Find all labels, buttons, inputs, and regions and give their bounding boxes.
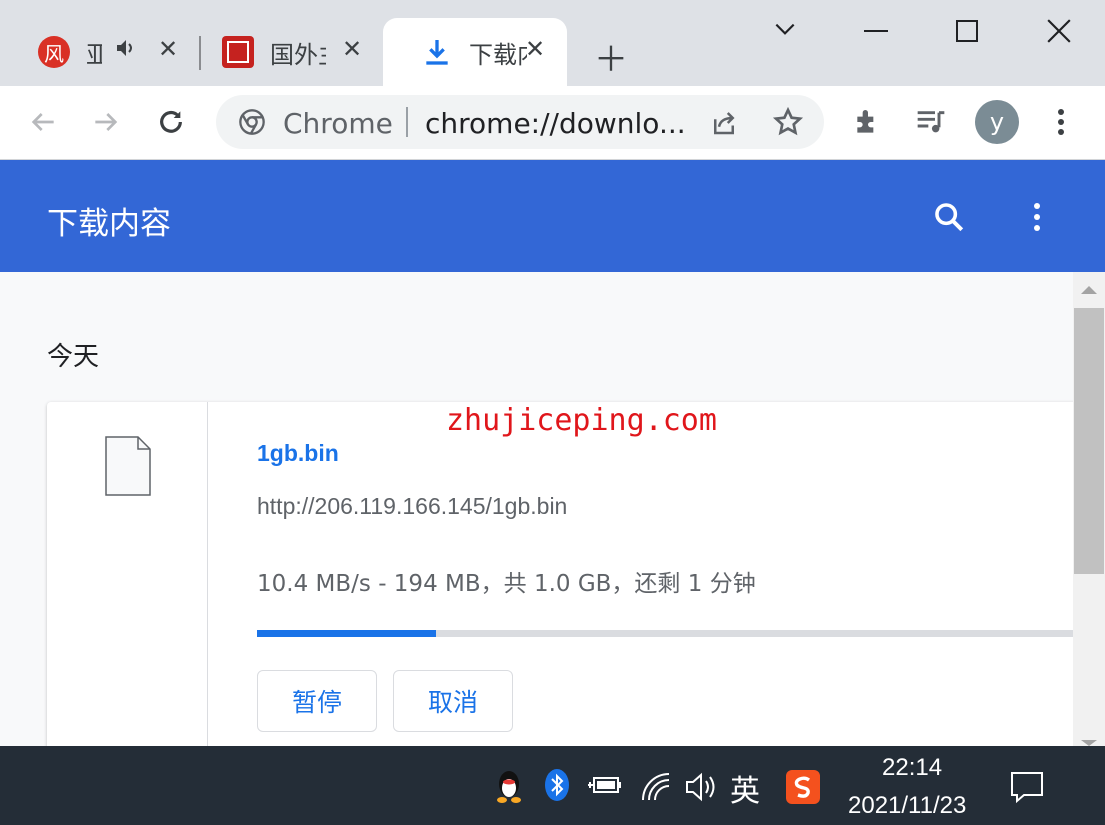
ime-indicator[interactable]: 英 <box>730 766 760 810</box>
tab-title: 亚 <box>86 40 102 69</box>
media-playlist-icon[interactable] <box>914 106 948 143</box>
close-icon[interactable]: ✕ <box>158 35 178 63</box>
qq-penguin-icon[interactable] <box>494 768 524 808</box>
chrome-icon <box>238 108 266 141</box>
tab-guowai[interactable]: 国外主 ✕ <box>184 18 380 86</box>
back-button[interactable] <box>27 106 59 143</box>
scrollbar[interactable] <box>1073 272 1105 746</box>
browser-toolbar: Chrome chrome://downlo... y <box>0 86 1105 160</box>
bookmark-star-icon[interactable] <box>772 106 804 143</box>
cancel-button[interactable]: 取消 <box>393 670 513 732</box>
download-status: 10.4 MB/s - 194 MB，共 1.0 GB，还剩 1 分钟 <box>257 571 756 597</box>
battery-plug-icon[interactable] <box>588 772 622 804</box>
reload-button[interactable] <box>155 106 187 143</box>
share-icon[interactable] <box>709 108 739 143</box>
download-item: 1gb.bin http://206.119.166.145/1gb.bin 1… <box>47 402 1073 746</box>
tab-title: 国外主 <box>270 40 326 69</box>
pause-button[interactable]: 暂停 <box>257 670 377 732</box>
download-icon <box>421 36 453 68</box>
favicon-feng: 风 <box>38 36 70 68</box>
profile-avatar[interactable]: y <box>975 100 1019 144</box>
downloads-header: 下载内容 <box>0 160 1105 272</box>
extensions-puzzle-icon[interactable] <box>852 106 884 143</box>
new-tab-button[interactable]: ＋ <box>594 32 628 81</box>
scroll-up-arrow[interactable] <box>1081 286 1097 294</box>
downloads-list: 今天 1gb.bin http://206.119.166.145/1gb.bi… <box>0 272 1073 746</box>
browser-menu-icon[interactable] <box>1049 106 1073 143</box>
watermark: zhujiceping.com <box>446 403 717 438</box>
tab-feng[interactable]: 风 亚 ✕ <box>0 18 196 86</box>
close-icon[interactable]: ✕ <box>342 35 362 63</box>
tab-strip: 风 亚 ✕ 国外主 ✕ 下载内 ✕ ＋ <box>0 0 1105 86</box>
notification-center-icon[interactable] <box>1010 770 1044 808</box>
file-name-link[interactable]: 1gb.bin <box>257 440 339 467</box>
sogou-input-icon[interactable] <box>786 770 820 808</box>
progress-fill <box>257 630 437 637</box>
site-label: Chrome <box>283 107 393 140</box>
scroll-thumb[interactable] <box>1074 308 1104 574</box>
tab-title: 下载内 <box>469 40 527 69</box>
minimize-button[interactable] <box>864 30 888 32</box>
bluetooth-icon[interactable] <box>544 768 570 806</box>
clock-date[interactable]: 2021/11/23 <box>848 792 966 820</box>
clock-time[interactable]: 22:14 <box>882 754 942 782</box>
more-options-icon[interactable] <box>1026 200 1048 239</box>
omnibox[interactable]: Chrome chrome://downlo... <box>216 95 824 149</box>
file-icon <box>105 436 151 501</box>
omnibox-divider <box>406 107 408 137</box>
close-window-button[interactable] <box>1046 18 1072 49</box>
card-divider <box>207 402 208 746</box>
tab-downloads[interactable]: 下载内 ✕ <box>383 18 567 86</box>
wifi-icon[interactable] <box>640 772 672 806</box>
close-icon[interactable]: ✕ <box>525 35 545 63</box>
url-text[interactable]: chrome://downlo... <box>425 107 686 140</box>
taskbar: 英 22:14 2021/11/23 <box>0 746 1105 825</box>
tab-search-chevron-icon[interactable] <box>772 16 798 49</box>
forward-button[interactable] <box>90 106 122 143</box>
search-icon[interactable] <box>932 200 966 239</box>
date-section-title: 今天 <box>47 342 100 372</box>
volume-icon[interactable] <box>684 772 718 806</box>
speaker-icon[interactable] <box>114 36 138 65</box>
maximize-button[interactable] <box>956 20 978 42</box>
page-title: 下载内容 <box>47 206 171 242</box>
download-progress-bar <box>257 630 1073 637</box>
favicon-guowai <box>222 36 254 68</box>
file-source-url[interactable]: http://206.119.166.145/1gb.bin <box>257 493 567 520</box>
